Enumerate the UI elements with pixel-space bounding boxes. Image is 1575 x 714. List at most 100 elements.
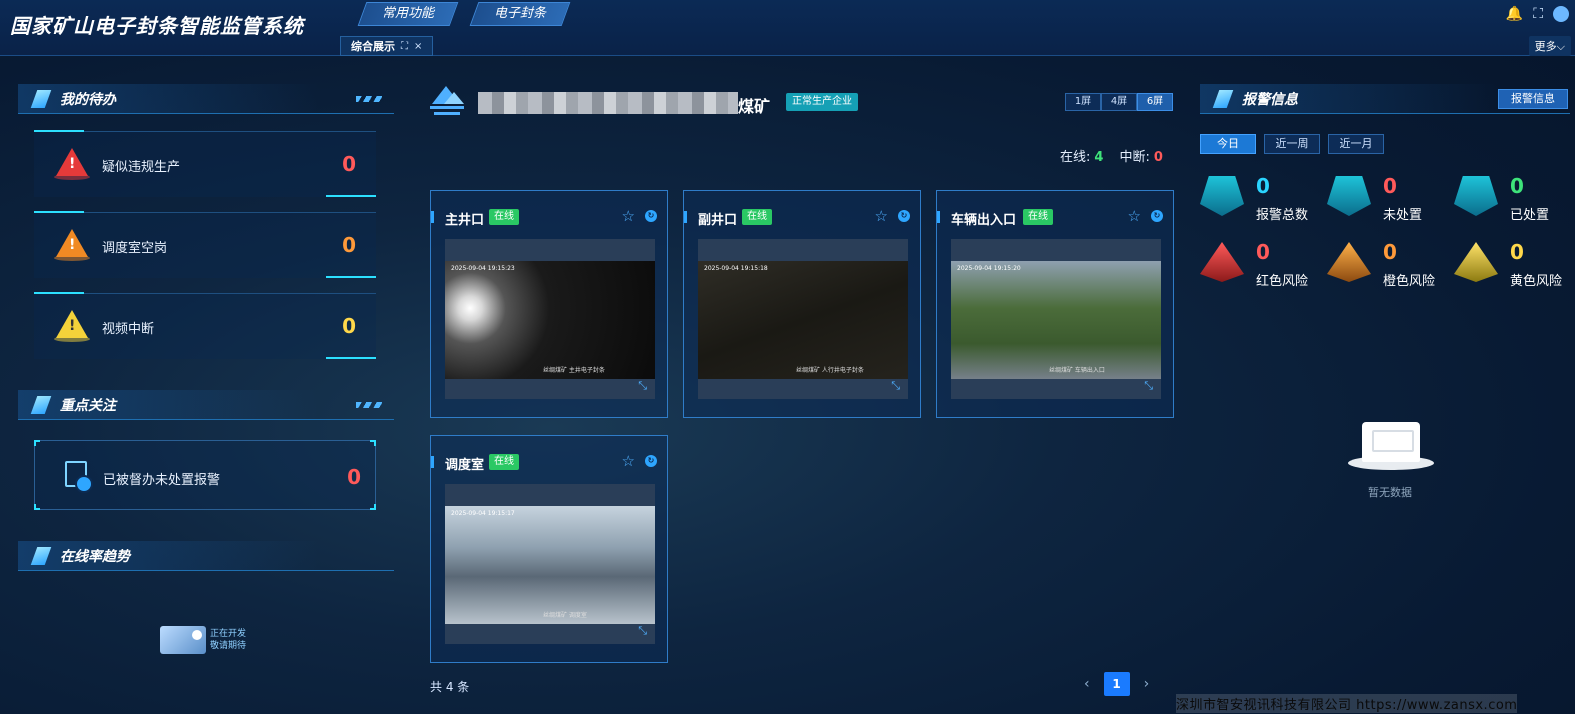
open-tab-label: 综合展示 (351, 40, 395, 53)
nav-tab-seal[interactable]: 电子封条 (469, 2, 571, 26)
empty-state-text: 暂无数据 (1368, 486, 1412, 499)
pending-doc-icon (1327, 176, 1371, 216)
mine-name: 煤矿 (738, 97, 771, 116)
yellow-warning-icon (1454, 242, 1498, 282)
done-doc-icon (1454, 176, 1498, 216)
developer-illustration (160, 626, 206, 654)
trend-section-header: 在线率趋势 (18, 541, 394, 571)
company-watermark: 深圳市智安视讯科技有限公司 https://www.zansx.com (1176, 694, 1518, 713)
section-flag-icon (30, 546, 52, 565)
section-flag-icon (30, 395, 52, 414)
stat-label: 未处置 (1383, 208, 1423, 223)
focus-section-header: 重点关注 (18, 390, 394, 420)
expand-video-icon[interactable]: ⤡ (1144, 379, 1153, 393)
video-watermark: 丝绸煤矿 车辆出入口 (1049, 367, 1105, 374)
alarm-light-icon (1200, 176, 1244, 216)
expand-video-icon[interactable]: ⤡ (638, 624, 647, 638)
video-watermark: 丝绸煤矿 主井电子封条 (543, 367, 605, 374)
camera-name: 主井口 (445, 213, 485, 228)
star-icon[interactable]: ☆ (622, 452, 635, 470)
expand-video-icon[interactable]: ⤡ (891, 379, 900, 393)
stat-orange-risk: 0 橙色风险 (1327, 240, 1447, 296)
orange-warning-icon (54, 229, 90, 263)
stat-value: 0 (1510, 174, 1524, 198)
stat-label: 橙色风险 (1383, 274, 1436, 289)
stat-yellow-risk: 0 黄色风险 (1454, 240, 1574, 296)
focus-value: 0 (347, 465, 361, 489)
nav-tab-common[interactable]: 常用功能 (357, 2, 459, 26)
fullscreen-icon[interactable]: ⛶ (1533, 6, 1543, 22)
page-button-current[interactable]: 1 (1103, 672, 1130, 696)
star-icon[interactable]: ☆ (1128, 207, 1141, 225)
bell-icon[interactable]: 🔔 (1506, 6, 1523, 22)
camera-video[interactable]: 2025-09-04 19:15:17 丝绸煤矿 调度室 ⤡ (445, 484, 655, 644)
avatar[interactable] (1553, 6, 1569, 22)
camera-card-main-shaft[interactable]: 主井口 在线 ☆ ↻ 2025-09-04 19:15:23 丝绸煤矿 主井电子… (430, 190, 668, 418)
todo-item-violation[interactable]: 疑似违规生产 0 (34, 130, 376, 197)
pagination: ‹ 1 › (1084, 672, 1149, 696)
camera-status-badge: 在线 (489, 454, 519, 470)
camera-video[interactable]: 2025-09-04 19:15:23 丝绸煤矿 主井电子封条 ⤡ (445, 239, 655, 399)
camera-video[interactable]: 2025-09-04 19:15:18 丝绸煤矿 人行井电子封条 ⤡ (698, 239, 908, 399)
stat-total-alarms: 0 报警总数 (1200, 174, 1320, 230)
todo-section-title: 我的待办 (60, 91, 116, 108)
playback-icon[interactable]: ↻ (898, 210, 910, 222)
period-month-button[interactable]: 近一月 (1328, 134, 1384, 154)
orange-warning-icon (1327, 242, 1371, 282)
screen-6-button[interactable]: 6屏 (1137, 93, 1173, 111)
camera-status-badge: 在线 (489, 209, 519, 225)
playback-icon[interactable]: ↻ (645, 210, 657, 222)
todo-item-video-interrupt[interactable]: 视频中断 0 (34, 292, 376, 359)
screen-4-button[interactable]: 4屏 (1101, 93, 1137, 111)
camera-card-vehicle-entrance[interactable]: 车辆出入口 在线 ☆ ↻ 2025-09-04 19:15:20 丝绸煤矿 车辆… (936, 190, 1174, 418)
top-bar: 国家矿山电子封条智能监管系统 常用功能 电子封条 综合展示 ⛶ × 🔔 ⛶ 更多… (0, 0, 1575, 56)
mine-logo-icon (430, 86, 464, 118)
stat-value: 0 (1256, 240, 1270, 264)
todo-section-header: 我的待办 (18, 84, 394, 114)
todo-label: 疑似违规生产 (102, 160, 181, 175)
video-timestamp: 2025-09-04 19:15:20 (957, 265, 1021, 272)
camera-name: 副井口 (698, 213, 738, 228)
open-tab-overview[interactable]: 综合展示 ⛶ × (340, 36, 434, 56)
close-icon[interactable]: × (414, 41, 422, 52)
star-icon[interactable]: ☆ (875, 207, 888, 225)
stat-unhandled: 0 未处置 (1327, 174, 1447, 230)
total-count: 共 4 条 (430, 680, 470, 694)
focus-label: 已被督办未处置报警 (103, 473, 221, 488)
camera-video[interactable]: 2025-09-04 19:15:20 丝绸煤矿 车辆出入口 ⤡ (951, 239, 1161, 399)
expand-icon[interactable]: ⛶ (401, 41, 408, 52)
video-timestamp: 2025-09-04 19:15:17 (451, 510, 515, 517)
stat-label: 黄色风险 (1510, 274, 1563, 289)
focus-item-supervised-alarm[interactable]: 已被督办未处置报警 0 (34, 440, 376, 510)
screen-layout-switch: 1屏 4屏 6屏 (1065, 93, 1173, 111)
section-flag-icon (1212, 89, 1234, 108)
period-tabs: 今日 近一周 近一月 (1200, 134, 1384, 154)
expand-video-icon[interactable]: ⤡ (638, 379, 647, 393)
todo-value: 0 (342, 233, 356, 257)
mine-status-badge: 正常生产企业 (786, 93, 858, 111)
period-week-button[interactable]: 近一周 (1264, 134, 1320, 154)
stat-label: 已处置 (1510, 208, 1550, 223)
more-menu-button[interactable]: 更多⌵ (1528, 36, 1571, 56)
dev-notice-line1: 正在开发 (210, 629, 247, 639)
alarm-info-button[interactable]: 报警信息 (1498, 89, 1568, 109)
video-watermark: 丝绸煤矿 调度室 (543, 612, 587, 619)
playback-icon[interactable]: ↻ (1151, 210, 1163, 222)
section-deco (356, 402, 382, 408)
todo-label: 视频中断 (102, 322, 155, 337)
period-today-button[interactable]: 今日 (1200, 134, 1256, 154)
stat-red-risk: 0 红色风险 (1200, 240, 1320, 296)
playback-icon[interactable]: ↻ (645, 455, 657, 467)
section-flag-icon (30, 89, 52, 108)
offline-value: 0 (1153, 150, 1163, 165)
todo-item-dispatch-vacant[interactable]: 调度室空岗 0 (34, 211, 376, 278)
red-warning-icon (54, 148, 90, 182)
prev-page-button[interactable]: ‹ (1084, 676, 1090, 692)
screen-1-button[interactable]: 1屏 (1065, 93, 1101, 111)
yellow-warning-icon (54, 310, 90, 344)
next-page-button[interactable]: › (1144, 676, 1150, 692)
camera-card-auxiliary-shaft[interactable]: 副井口 在线 ☆ ↻ 2025-09-04 19:15:18 丝绸煤矿 人行井电… (683, 190, 921, 418)
stat-value: 0 (1510, 240, 1524, 264)
star-icon[interactable]: ☆ (622, 207, 635, 225)
camera-card-dispatch-room[interactable]: 调度室 在线 ☆ ↻ 2025-09-04 19:15:17 丝绸煤矿 调度室 … (430, 435, 668, 663)
